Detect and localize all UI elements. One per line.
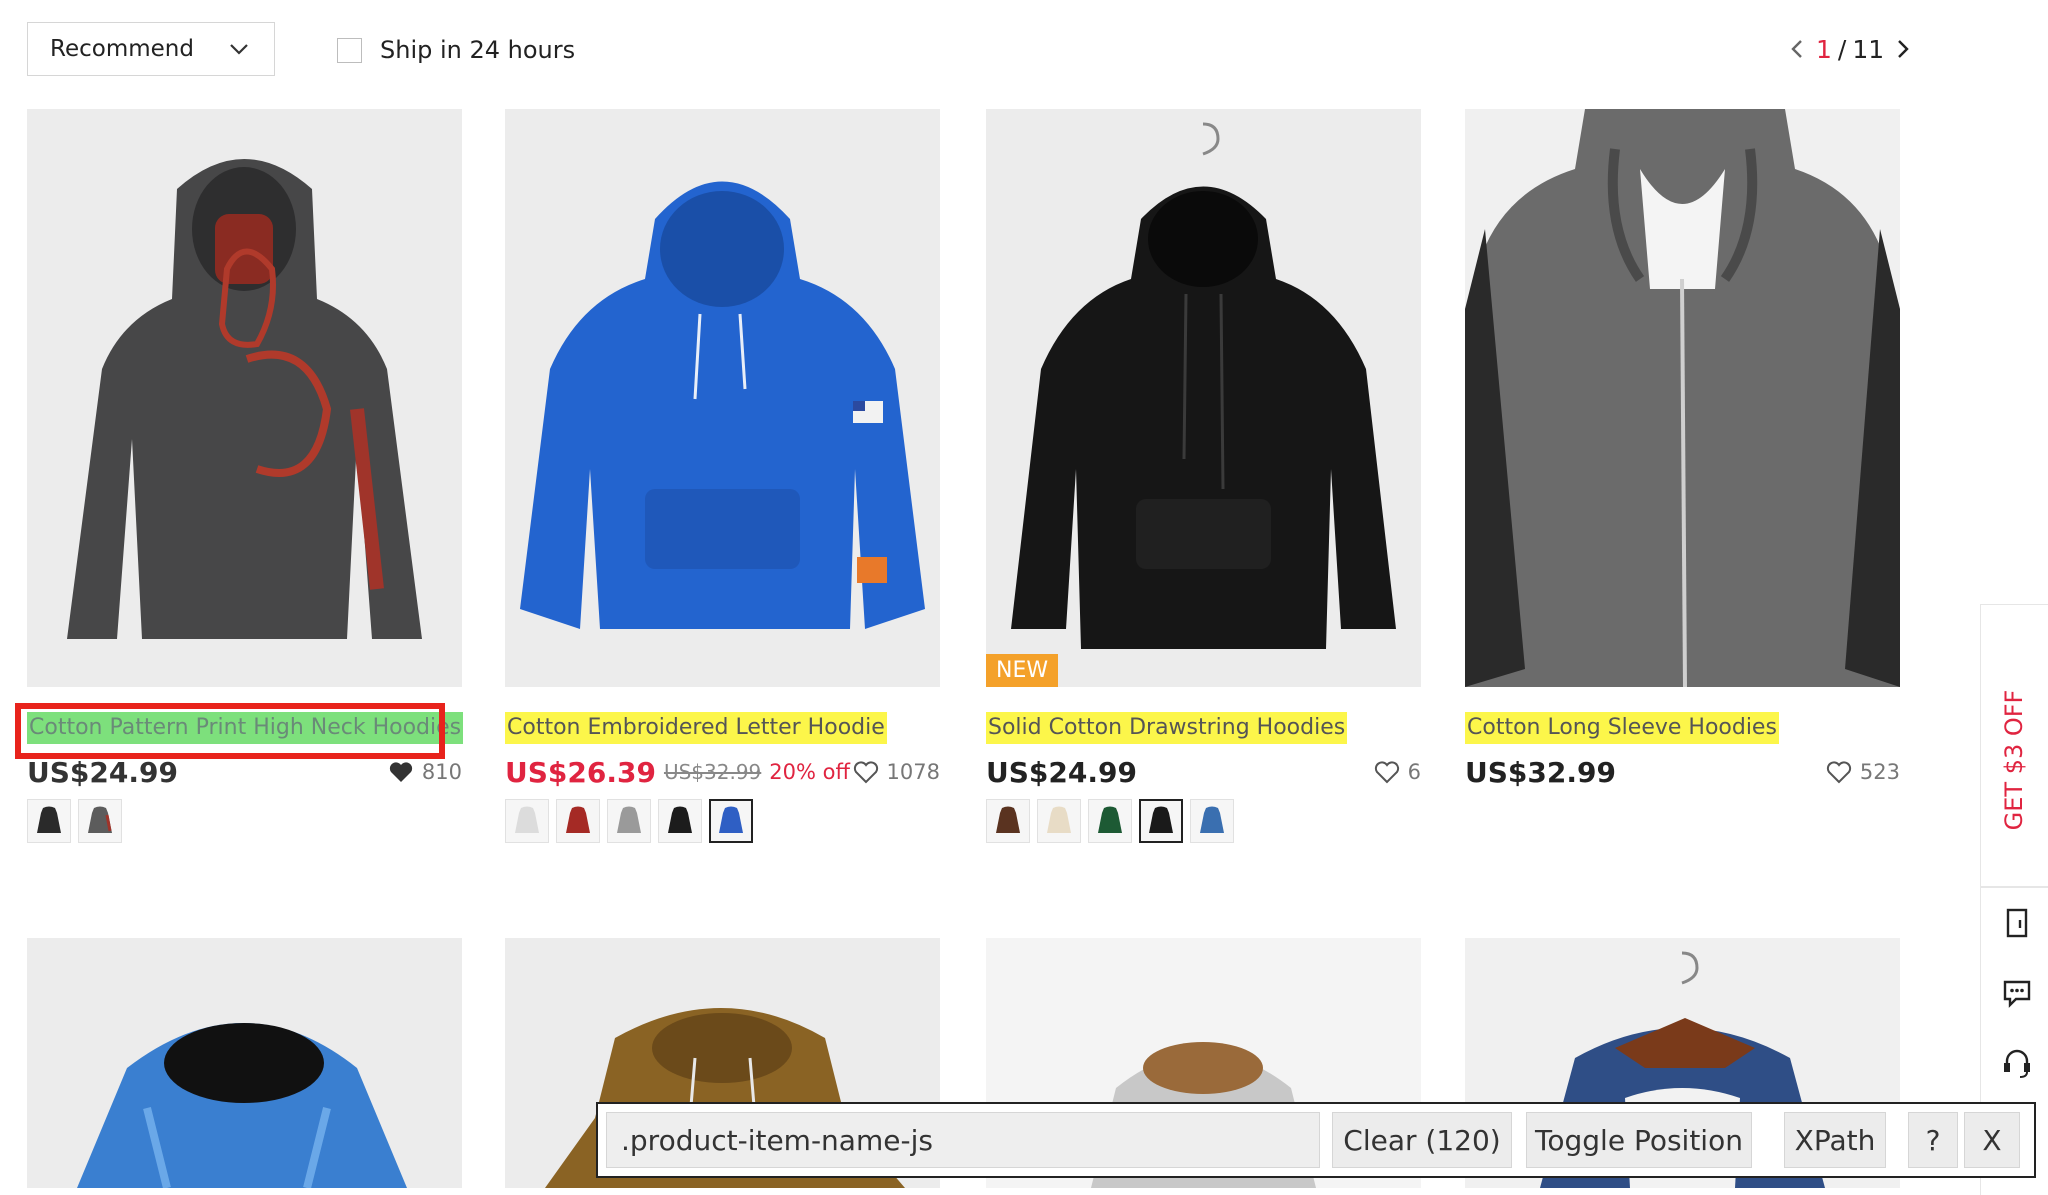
color-swatch[interactable]: [1190, 799, 1234, 843]
product-price: US$32.99: [1465, 755, 1616, 789]
like-count: 6: [1407, 760, 1421, 784]
wishlist-button[interactable]: 523: [1826, 760, 1900, 784]
product-image[interactable]: [27, 938, 462, 1188]
clear-button[interactable]: Clear (120): [1332, 1112, 1512, 1168]
sort-dropdown[interactable]: Recommend: [27, 22, 275, 76]
hoodie-image: [67, 159, 422, 639]
product-name[interactable]: Cotton Long Sleeve Hoodies: [1465, 712, 1779, 744]
toggle-position-button[interactable]: Toggle Position: [1526, 1112, 1752, 1168]
pagination: 1 / 11: [1786, 34, 1914, 64]
prev-page-icon[interactable]: [1786, 34, 1808, 64]
product-image[interactable]: [505, 109, 940, 687]
product-card: Cotton Pattern Print High Neck Hoodies U…: [15, 109, 464, 843]
color-swatches: [27, 799, 129, 843]
hoodie-image: [1011, 122, 1396, 649]
hoodie-thumb-icon: [37, 806, 61, 833]
wishlist-button[interactable]: 1078: [853, 760, 940, 784]
product-price: US$24.99: [986, 755, 1137, 789]
product-image[interactable]: [27, 109, 462, 687]
color-swatch[interactable]: [78, 799, 122, 843]
product-card: Cotton Embroidered Letter Hoodie US$26.3…: [505, 109, 940, 843]
ship-24h-label: Ship in 24 hours: [380, 36, 576, 64]
hoodie-thumb-icon: [1200, 806, 1224, 833]
product-card: Cotton Long Sleeve Hoodies US$32.99 523: [1465, 109, 1900, 789]
heart-icon: [1826, 761, 1851, 784]
hoodie-thumb-icon: [719, 806, 743, 833]
selector-helper-panel: .product-item-name-js Clear (120) Toggle…: [596, 1102, 2036, 1178]
side-bar-divider: [1980, 886, 2048, 888]
color-swatch[interactable]: [607, 799, 651, 843]
color-swatch[interactable]: [1088, 799, 1132, 843]
hoodie-thumb-icon: [566, 806, 590, 833]
price-row: US$26.39 US$32.99 20% off 1078: [505, 754, 940, 790]
heart-icon: [1374, 761, 1399, 784]
total-pages: 11: [1852, 34, 1885, 64]
product-name[interactable]: Cotton Pattern Print High Neck Hoodies: [27, 712, 464, 744]
hoodie-thumb-icon: [668, 806, 692, 833]
hoodie-thumb-icon: [996, 806, 1020, 833]
discount-label: 20% off: [769, 760, 850, 784]
chevron-down-icon: [230, 44, 248, 55]
product-name[interactable]: Cotton Embroidered Letter Hoodie: [505, 712, 887, 744]
chat-icon[interactable]: [2000, 976, 2034, 1010]
original-price: US$32.99: [663, 760, 762, 784]
product-price: US$24.99: [27, 755, 178, 789]
hoodie-thumb-icon: [617, 806, 641, 833]
headset-icon[interactable]: [2000, 1046, 2034, 1080]
color-swatch-selected[interactable]: [709, 799, 753, 843]
hoodie-image: [520, 181, 925, 629]
wishlist-button[interactable]: 6: [1374, 760, 1421, 784]
price-row: US$24.99 810: [27, 754, 462, 790]
hoodie-thumb-icon: [1047, 806, 1071, 833]
close-button[interactable]: X: [1964, 1112, 2020, 1168]
product-card: NEW Solid Cotton Drawstring Hoodies US$2…: [986, 109, 1421, 843]
heart-icon: [853, 761, 878, 784]
sort-dropdown-value: Recommend: [50, 36, 194, 62]
color-swatch[interactable]: [556, 799, 600, 843]
color-swatch[interactable]: [658, 799, 702, 843]
like-count: 1078: [886, 760, 940, 784]
color-swatches: [986, 799, 1241, 843]
color-swatch[interactable]: [27, 799, 71, 843]
product-name[interactable]: Solid Cotton Drawstring Hoodies: [986, 712, 1348, 744]
hoodie-thumb-icon: [1098, 806, 1122, 833]
page-separator: /: [1837, 34, 1847, 64]
color-swatch[interactable]: [1037, 799, 1081, 843]
coupon-tab[interactable]: GET $3 OFF: [1980, 660, 2048, 860]
color-swatch-selected[interactable]: [1139, 799, 1183, 843]
product-image[interactable]: NEW: [986, 109, 1421, 687]
bookmark-icon[interactable]: [2000, 906, 2034, 940]
like-count: 523: [1859, 760, 1900, 784]
xpath-button[interactable]: XPath: [1784, 1112, 1886, 1168]
hoodie-image: [1465, 109, 1900, 687]
wishlist-button[interactable]: 810: [388, 760, 462, 784]
color-swatch[interactable]: [505, 799, 549, 843]
hoodie-thumb-icon: [1149, 806, 1173, 833]
like-count: 810: [421, 760, 462, 784]
product-image[interactable]: [1465, 109, 1900, 687]
new-badge: NEW: [986, 654, 1059, 687]
hoodie-image: [77, 1023, 407, 1188]
next-page-icon[interactable]: [1892, 34, 1914, 64]
price-row: US$32.99 523: [1465, 754, 1900, 790]
selector-input[interactable]: .product-item-name-js: [606, 1112, 1320, 1168]
color-swatch[interactable]: [986, 799, 1030, 843]
coupon-label: GET $3 OFF: [2000, 689, 2028, 831]
current-page: 1: [1816, 34, 1832, 64]
heart-icon: [389, 762, 413, 782]
ship-24h-checkbox[interactable]: [337, 37, 362, 63]
color-swatches: [505, 799, 760, 843]
product-price: US$26.39: [505, 755, 656, 789]
help-button[interactable]: ?: [1908, 1112, 1958, 1168]
ship-24h-filter[interactable]: Ship in 24 hours: [337, 36, 575, 64]
hoodie-thumb-icon: [88, 806, 112, 833]
hoodie-thumb-icon: [515, 806, 539, 833]
price-row: US$24.99 6: [986, 754, 1421, 790]
